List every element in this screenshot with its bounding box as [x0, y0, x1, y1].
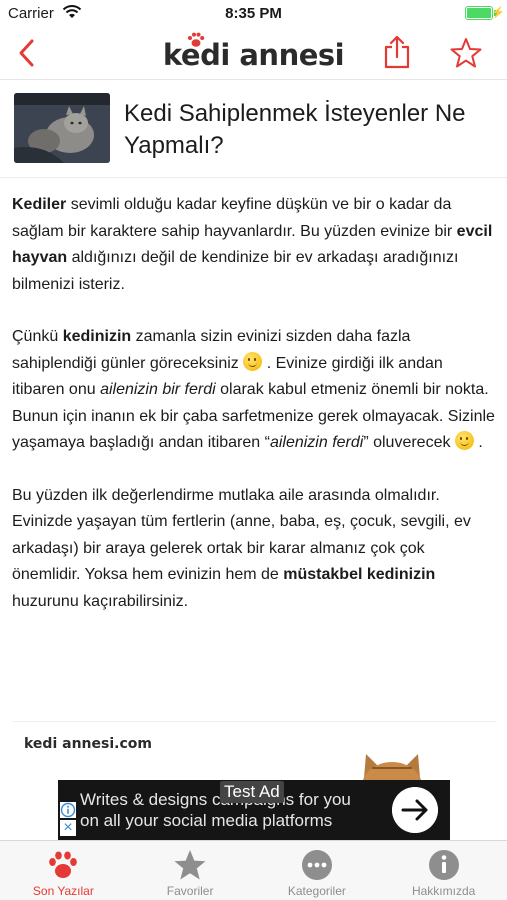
- text: Çünkü: [12, 328, 63, 345]
- text: aldığınızı değil de kendinize bir ev ark…: [12, 249, 459, 293]
- arrow-right-icon[interactable]: [392, 787, 438, 833]
- tab-hakkimizda[interactable]: Hakkımızda: [380, 841, 507, 900]
- promo-banner: kedi annesi.com: [12, 721, 496, 781]
- share-button[interactable]: [382, 34, 412, 70]
- italic-text: ailenizin ferdi: [269, 434, 364, 451]
- ad-text-line2[interactable]: on all your social media platforms: [80, 811, 332, 831]
- tab-label: Kategoriler: [287, 884, 346, 898]
- text: huzurunu kaçırabilirsiniz.: [12, 592, 189, 610]
- clock: 8:35 PM: [225, 5, 282, 22]
- star-icon: [174, 850, 206, 880]
- ad-banner[interactable]: Writes & designs campaigns for you on al…: [58, 780, 450, 840]
- battery-icon: [465, 6, 493, 20]
- text: .: [473, 434, 483, 451]
- bold-text: müstakbel kedinizin: [283, 566, 436, 583]
- article-title: Kedi Sahiplenmek İsteyenler Ne Yapmalı?: [124, 100, 466, 159]
- tab-favoriler[interactable]: Favoriler: [127, 841, 254, 900]
- text: sevimli olduğu kadar keyfine düşkün ve b…: [12, 196, 457, 240]
- favorite-star-button[interactable]: [449, 36, 483, 70]
- article-body: Kediler sevimli olduğu kadar keyfine düş…: [12, 192, 496, 641]
- test-ad-badge: Test Ad: [220, 781, 284, 803]
- bold-text: kedinizin: [62, 328, 132, 345]
- navigation-bar: kedi annesi: [0, 28, 507, 80]
- ad-info-icon[interactable]: [60, 802, 76, 818]
- cat-illustration: [362, 754, 422, 781]
- italic-text: ailenizin bir ferdi: [100, 381, 216, 398]
- promo-brand: kedi annesi.com: [24, 736, 152, 752]
- smile-emoji-icon: [454, 431, 474, 450]
- bold-text: Kediler: [12, 196, 67, 213]
- tab-label: Favoriler: [166, 884, 214, 898]
- tab-son-yazilar[interactable]: Son Yazılar: [0, 841, 127, 900]
- logo-paw-icon: [188, 32, 205, 47]
- paragraph-3: Bu yüzden ilk değerlendirme mutlaka aile…: [12, 483, 496, 616]
- article-thumbnail: [14, 93, 110, 163]
- more-icon: [301, 850, 332, 880]
- status-bar: Carrier 8:35 PM ⚡: [0, 0, 507, 28]
- article-header: Kedi Sahiplenmek İsteyenler Ne Yapmalı?: [0, 80, 507, 178]
- paragraph-1: Kediler sevimli olduğu kadar keyfine düş…: [12, 192, 496, 298]
- tab-label: Hakkımızda: [411, 884, 476, 898]
- paragraph-2: Çünkü kedinizin zamanla sizin evinizi si…: [12, 324, 496, 457]
- paw-icon: [49, 851, 78, 878]
- ad-text-line1[interactable]: Writes & designs campaigns for you: [80, 790, 351, 810]
- tab-label: Son Yazılar: [32, 884, 94, 898]
- text: ” oluverecek: [363, 434, 455, 451]
- smile-emoji-icon: [243, 351, 263, 371]
- tab-kategoriler[interactable]: Kategoriler: [254, 841, 381, 900]
- info-icon: [428, 850, 459, 880]
- charging-icon: ⚡: [491, 7, 505, 19]
- tab-bar: Son Yazılar Favoriler Kategoriler Hakkım…: [0, 840, 507, 900]
- ad-close-icon[interactable]: ×: [60, 820, 76, 836]
- app-logo: kedi annesi: [162, 38, 345, 72]
